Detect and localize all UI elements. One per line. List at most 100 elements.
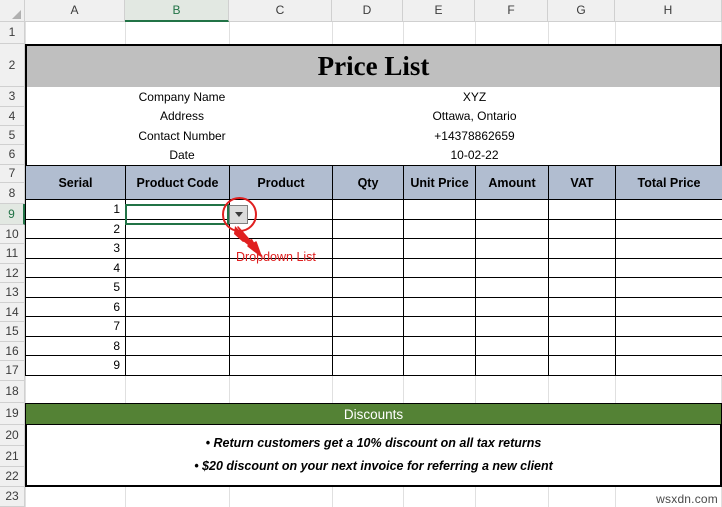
cell-unit-price[interactable] <box>403 335 476 356</box>
column-header-e[interactable]: E <box>403 0 475 22</box>
cell-product-code[interactable] <box>125 199 230 220</box>
cell-product-code[interactable] <box>125 316 230 337</box>
column-header-d[interactable]: D <box>332 0 403 22</box>
row-header-11[interactable]: 11 <box>0 244 25 264</box>
column-header-product[interactable]: Product <box>229 165 333 200</box>
cell-product-code[interactable] <box>125 335 230 356</box>
dropdown-list-button[interactable] <box>229 205 248 224</box>
cell-unit-price[interactable] <box>403 296 476 317</box>
column-header-serial[interactable]: Serial <box>25 165 126 200</box>
cell-unit-price[interactable] <box>403 277 476 298</box>
cell-vat[interactable] <box>548 199 616 220</box>
cell-total-price[interactable] <box>615 199 722 220</box>
cell-product-code[interactable] <box>125 238 230 259</box>
cell-unit-price[interactable] <box>403 199 476 220</box>
column-header-qty[interactable]: Qty <box>332 165 404 200</box>
row-header-17[interactable]: 17 <box>0 361 25 381</box>
row-header-12[interactable]: 12 <box>0 264 25 283</box>
cell-serial[interactable]: 2 <box>25 218 126 239</box>
cell-amount[interactable] <box>475 316 549 337</box>
cell-unit-price[interactable] <box>403 316 476 337</box>
cell-vat[interactable] <box>548 238 616 259</box>
row-header-18[interactable]: 18 <box>0 381 25 403</box>
cell-serial[interactable]: 6 <box>25 296 126 317</box>
row-header-2[interactable]: 2 <box>0 44 25 87</box>
row-header-23[interactable]: 23 <box>0 487 25 507</box>
cell-unit-price[interactable] <box>403 355 476 376</box>
cell-serial[interactable]: 1 <box>25 199 126 220</box>
row-header-3[interactable]: 3 <box>0 87 25 107</box>
row-header-4[interactable]: 4 <box>0 107 25 126</box>
row-header-20[interactable]: 20 <box>0 425 25 446</box>
cell-total-price[interactable] <box>615 277 722 298</box>
cell-vat[interactable] <box>548 355 616 376</box>
cell-amount[interactable] <box>475 199 549 220</box>
cell-amount[interactable] <box>475 277 549 298</box>
cell-vat[interactable] <box>548 277 616 298</box>
row-header-8[interactable]: 8 <box>0 183 25 204</box>
cell-product[interactable] <box>229 277 333 298</box>
row-header-13[interactable]: 13 <box>0 283 25 303</box>
cell-product[interactable] <box>229 316 333 337</box>
cell-serial[interactable]: 4 <box>25 257 126 278</box>
cell-product[interactable] <box>229 335 333 356</box>
column-header-unit-price[interactable]: Unit Price <box>403 165 476 200</box>
cell-unit-price[interactable] <box>403 238 476 259</box>
cell-product-code[interactable] <box>125 355 230 376</box>
cell-qty[interactable] <box>332 218 404 239</box>
select-all-corner[interactable] <box>0 0 25 22</box>
cell-total-price[interactable] <box>615 316 722 337</box>
row-header-1[interactable]: 1 <box>0 22 25 44</box>
cell-vat[interactable] <box>548 218 616 239</box>
row-header-6[interactable]: 6 <box>0 145 25 165</box>
cell-vat[interactable] <box>548 316 616 337</box>
row-header-21[interactable]: 21 <box>0 446 25 467</box>
cell-vat[interactable] <box>548 296 616 317</box>
column-header-amount[interactable]: Amount <box>475 165 549 200</box>
row-header-10[interactable]: 10 <box>0 225 25 244</box>
cell-qty[interactable] <box>332 199 404 220</box>
cell-qty[interactable] <box>332 335 404 356</box>
cell-total-price[interactable] <box>615 335 722 356</box>
cell-serial[interactable]: 9 <box>25 355 126 376</box>
cell-product-code[interactable] <box>125 257 230 278</box>
cell-qty[interactable] <box>332 296 404 317</box>
row-header-19[interactable]: 19 <box>0 403 25 425</box>
cell-product-code[interactable] <box>125 277 230 298</box>
row-header-22[interactable]: 22 <box>0 467 25 487</box>
column-header-g[interactable]: G <box>548 0 615 22</box>
column-header-f[interactable]: F <box>475 0 548 22</box>
cell-serial[interactable]: 8 <box>25 335 126 356</box>
cell-amount[interactable] <box>475 218 549 239</box>
cell-vat[interactable] <box>548 335 616 356</box>
column-header-total-price[interactable]: Total Price <box>615 165 722 200</box>
column-header-b[interactable]: B <box>125 0 229 22</box>
cell-amount[interactable] <box>475 355 549 376</box>
row-header-5[interactable]: 5 <box>0 126 25 145</box>
row-header-7[interactable]: 7 <box>0 165 25 183</box>
cell-serial[interactable]: 5 <box>25 277 126 298</box>
cell-product-code[interactable] <box>125 218 230 239</box>
cell-total-price[interactable] <box>615 355 722 376</box>
column-header-product-code[interactable]: Product Code <box>125 165 230 200</box>
row-header-14[interactable]: 14 <box>0 303 25 322</box>
cell-amount[interactable] <box>475 296 549 317</box>
cell-total-price[interactable] <box>615 257 722 278</box>
row-header-16[interactable]: 16 <box>0 342 25 361</box>
cell-unit-price[interactable] <box>403 218 476 239</box>
cell-total-price[interactable] <box>615 296 722 317</box>
cell-qty[interactable] <box>332 355 404 376</box>
column-header-c[interactable]: C <box>229 0 332 22</box>
cell-amount[interactable] <box>475 257 549 278</box>
cell-total-price[interactable] <box>615 238 722 259</box>
cell-serial[interactable]: 3 <box>25 238 126 259</box>
cell-product-code[interactable] <box>125 296 230 317</box>
column-header-h[interactable]: H <box>615 0 722 22</box>
cell-unit-price[interactable] <box>403 257 476 278</box>
cell-vat[interactable] <box>548 257 616 278</box>
cell-product[interactable] <box>229 355 333 376</box>
column-header-vat[interactable]: VAT <box>548 165 616 200</box>
column-header-a[interactable]: A <box>25 0 125 22</box>
cell-total-price[interactable] <box>615 218 722 239</box>
row-header-15[interactable]: 15 <box>0 322 25 342</box>
